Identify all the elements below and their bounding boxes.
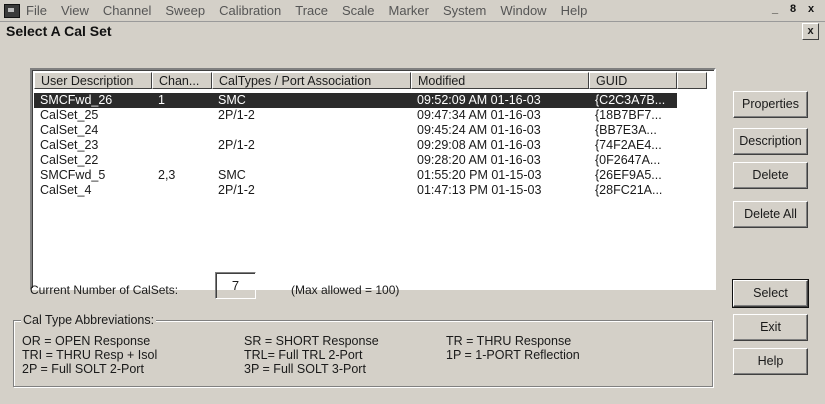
cell-modified: 01:55:20 PM 01-15-03 bbox=[417, 168, 542, 182]
table-row[interactable]: SMCFwd_26 1 SMC 09:52:09 AM 01-16-03 {C2C3A7… bbox=[34, 93, 677, 108]
cell-caltype: 2P/1-2 bbox=[218, 183, 255, 197]
menu-window[interactable]: Window bbox=[500, 3, 546, 18]
dialog-body: User Description Chan... CalTypes / Port… bbox=[0, 42, 825, 404]
dialog-title: Select A Cal Set bbox=[6, 23, 112, 39]
abbr-solt-2port: 2P = Full SOLT 2-Port bbox=[22, 362, 144, 376]
window-controls: _ 8 x bbox=[767, 2, 819, 17]
cell-user-description: CalSet_22 bbox=[40, 153, 99, 167]
cell-caltype: SMC bbox=[218, 93, 246, 107]
menu-calibration[interactable]: Calibration bbox=[219, 3, 281, 18]
column-filler bbox=[677, 72, 707, 89]
menu-view[interactable]: View bbox=[61, 3, 89, 18]
properties-button[interactable]: Properties bbox=[733, 91, 808, 118]
table-row[interactable]: CalSet_23 2P/1-2 09:29:08 AM 01-16-03 {74F2… bbox=[34, 138, 677, 153]
column-caltypes[interactable]: CalTypes / Port Association bbox=[212, 72, 411, 89]
table-row[interactable]: CalSet_4 2P/1-2 01:47:13 PM 01-15-03 {28FC2… bbox=[34, 183, 677, 198]
column-guid[interactable]: GUID bbox=[589, 72, 677, 89]
calset-count-value: 7 bbox=[215, 272, 256, 299]
cell-modified: 01:47:13 PM 01-15-03 bbox=[417, 183, 542, 197]
menu-scale[interactable]: Scale bbox=[342, 3, 375, 18]
cell-modified: 09:28:20 AM 01-16-03 bbox=[417, 153, 541, 167]
cell-guid: {0F2647A... bbox=[595, 153, 661, 167]
column-user-description[interactable]: User Description bbox=[34, 72, 152, 89]
cell-caltype: 2P/1-2 bbox=[218, 108, 255, 122]
max-allowed-label: (Max allowed = 100) bbox=[291, 283, 400, 297]
cal-type-abbreviations-group: Cal Type Abbreviations: OR = OPEN Respon… bbox=[13, 313, 713, 387]
cell-modified: 09:45:24 AM 01-16-03 bbox=[417, 123, 541, 137]
column-channel[interactable]: Chan... bbox=[152, 72, 212, 89]
cell-caltype bbox=[212, 153, 411, 168]
column-modified[interactable]: Modified bbox=[411, 72, 589, 89]
dialog-title-bar: Select A Cal Set x bbox=[0, 22, 825, 41]
table-row[interactable]: CalSet_24 09:45:24 AM 01-16-03 {BB7E3A... bbox=[34, 123, 677, 138]
select-button[interactable]: Select bbox=[732, 279, 809, 308]
menu-bar: File View Channel Sweep Calibration Trace Scal… bbox=[0, 0, 825, 22]
cell-user-description: SMCFwd_26 bbox=[40, 93, 113, 107]
cell-guid: {74F2AE4... bbox=[595, 138, 662, 152]
group-title: Cal Type Abbreviations: bbox=[21, 313, 157, 327]
cell-channel bbox=[152, 183, 212, 198]
table-row[interactable]: SMCFwd_5 2,3 SMC 01:55:20 PM 01-15-03 {26EF9… bbox=[34, 168, 677, 183]
menu-system[interactable]: System bbox=[443, 3, 486, 18]
cell-guid: {28FC21A... bbox=[595, 183, 663, 197]
app-icon[interactable] bbox=[4, 4, 20, 18]
menu-sweep[interactable]: Sweep bbox=[165, 3, 205, 18]
cell-guid: {BB7E3A... bbox=[595, 123, 657, 137]
cell-modified: 09:47:34 AM 01-16-03 bbox=[417, 108, 541, 122]
abbr-thru-isol: TRI = THRU Resp + Isol bbox=[22, 348, 158, 362]
cell-user-description: CalSet_24 bbox=[40, 123, 99, 137]
delete-all-button[interactable]: Delete All bbox=[733, 201, 808, 228]
list-header: User Description Chan... CalTypes / Port… bbox=[34, 72, 707, 91]
cell-user-description: CalSet_25 bbox=[40, 108, 99, 122]
list-rows: SMCFwd_26 1 SMC 09:52:09 AM 01-16-03 {C2C3A7… bbox=[34, 93, 677, 198]
menu-file[interactable]: File bbox=[26, 3, 47, 18]
menu-help[interactable]: Help bbox=[561, 3, 588, 18]
cell-user-description: CalSet_4 bbox=[40, 183, 92, 197]
abbr-1port: 1P = 1-PORT Reflection bbox=[446, 348, 580, 362]
abbr-trl: TRL= Full TRL 2-Port bbox=[244, 348, 363, 362]
cell-channel bbox=[152, 153, 212, 168]
cell-user-description: SMCFwd_5 bbox=[40, 168, 106, 182]
cell-guid: {26EF9A5... bbox=[595, 168, 662, 182]
restore-icon[interactable]: 8 bbox=[785, 2, 801, 17]
cell-user-description: CalSet_23 bbox=[40, 138, 99, 152]
delete-button[interactable]: Delete bbox=[733, 162, 808, 189]
cell-caltype: SMC bbox=[218, 168, 246, 182]
menu-marker[interactable]: Marker bbox=[389, 3, 429, 18]
cell-guid: {18B7BF7... bbox=[595, 108, 662, 122]
cell-guid: {C2C3A7B... bbox=[595, 93, 666, 107]
close-window-icon[interactable]: x bbox=[803, 2, 819, 17]
abbr-short: SR = SHORT Response bbox=[244, 334, 379, 348]
menu-list: File View Channel Sweep Calibration Trace Scal… bbox=[26, 3, 587, 18]
abbr-open: OR = OPEN Response bbox=[22, 334, 151, 348]
abbr-solt-3port: 3P = Full SOLT 3-Port bbox=[244, 362, 366, 376]
calset-list[interactable]: User Description Chan... CalTypes / Port… bbox=[30, 68, 716, 290]
menu-channel[interactable]: Channel bbox=[103, 3, 151, 18]
cell-channel: 1 bbox=[158, 93, 165, 107]
help-button[interactable]: Help bbox=[733, 348, 808, 375]
calset-count-label: Current Number of CalSets: bbox=[30, 283, 179, 297]
cell-channel bbox=[152, 123, 212, 138]
dialog-close-icon[interactable]: x bbox=[802, 23, 819, 40]
cell-channel: 2,3 bbox=[158, 168, 176, 182]
cell-modified: 09:52:09 AM 01-16-03 bbox=[417, 93, 541, 107]
abbr-thru: TR = THRU Response bbox=[446, 334, 572, 348]
cell-caltype bbox=[212, 123, 411, 138]
table-row[interactable]: CalSet_22 09:28:20 AM 01-16-03 {0F2647A... bbox=[34, 153, 677, 168]
menu-trace[interactable]: Trace bbox=[295, 3, 328, 18]
exit-button[interactable]: Exit bbox=[733, 314, 808, 341]
table-row[interactable]: CalSet_25 2P/1-2 09:47:34 AM 01-16-03 {18B7… bbox=[34, 108, 677, 123]
cell-modified: 09:29:08 AM 01-16-03 bbox=[417, 138, 541, 152]
cell-caltype: 2P/1-2 bbox=[218, 138, 255, 152]
minimize-icon[interactable]: _ bbox=[767, 2, 783, 17]
cell-channel bbox=[152, 108, 212, 123]
description-button[interactable]: Description bbox=[733, 128, 808, 155]
cell-channel bbox=[152, 138, 212, 153]
